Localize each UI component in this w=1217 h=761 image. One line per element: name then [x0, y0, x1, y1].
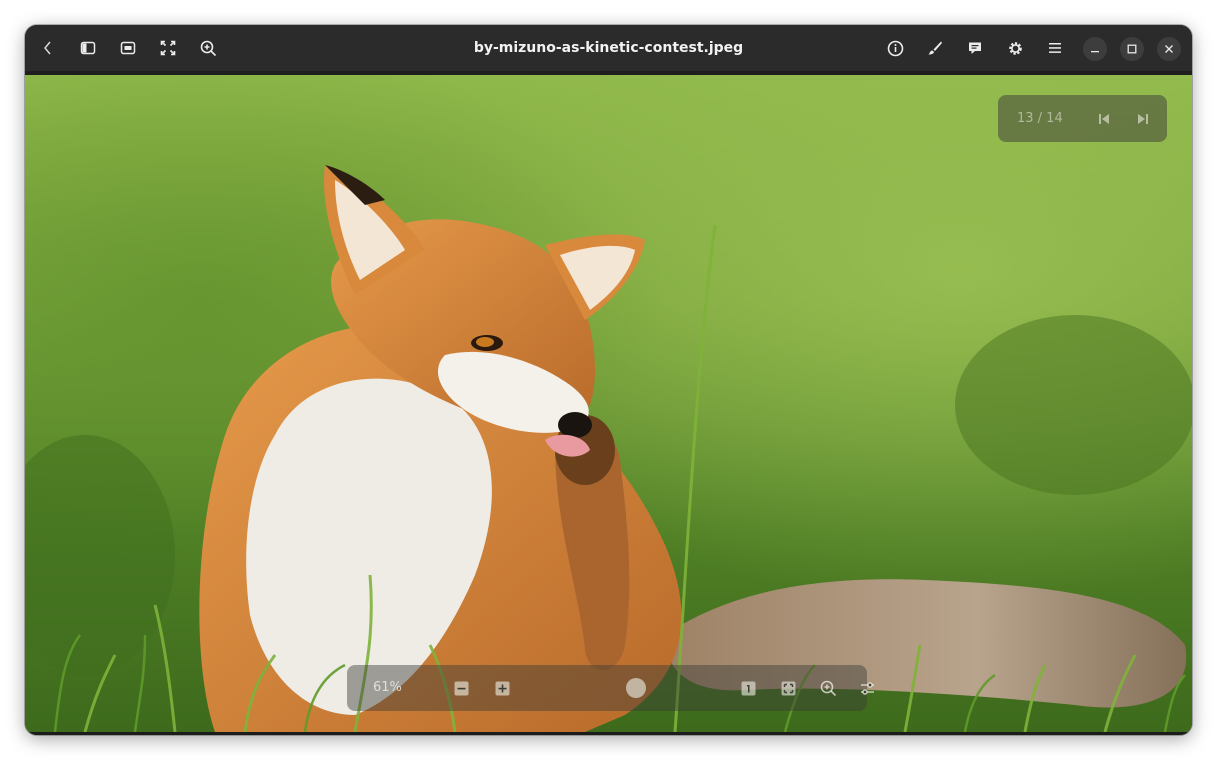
- edit-button[interactable]: [920, 33, 950, 63]
- info-button[interactable]: [880, 33, 910, 63]
- fullscreen-icon: [160, 40, 176, 56]
- fit-window-icon: [120, 41, 136, 55]
- image-canvas[interactable]: 13 / 14 61%: [25, 75, 1192, 732]
- previous-icon: [1099, 114, 1109, 124]
- zoom-in-small-icon: [495, 681, 509, 695]
- comment-icon: [969, 42, 981, 54]
- maximize-button[interactable]: [1120, 37, 1144, 61]
- magnifier-button[interactable]: [818, 678, 838, 698]
- zoom-toolbar: 61%: [347, 665, 874, 711]
- fit-button[interactable]: [778, 678, 798, 698]
- image-viewer-window: by-mizuno-as-kinetic-contest.jpeg 13 / 1…: [25, 25, 1192, 735]
- close-button[interactable]: [1157, 37, 1181, 61]
- magnifier-icon: [820, 680, 836, 696]
- actual-size-icon: [741, 681, 755, 695]
- image-counter: 13 / 14: [1017, 111, 1063, 126]
- settings-button[interactable]: [1000, 33, 1030, 63]
- zoom-in-icon: [200, 40, 216, 56]
- hamburger-menu-icon: [1049, 43, 1061, 53]
- back-button[interactable]: [33, 33, 63, 63]
- adjust-button[interactable]: [857, 678, 877, 698]
- fox-photo: [25, 75, 1192, 732]
- navigation-overlay: 13 / 14: [998, 95, 1167, 142]
- zoom-level-label: 61%: [373, 680, 402, 695]
- minimize-button[interactable]: [1083, 37, 1107, 61]
- back-chevron-icon: [44, 41, 51, 55]
- sidebar-toggle-icon: [80, 41, 96, 55]
- zoom-in-small-button[interactable]: [492, 678, 512, 698]
- zoom-button[interactable]: [193, 33, 223, 63]
- fit-window-button[interactable]: [113, 33, 143, 63]
- minimize-icon: [1091, 51, 1099, 53]
- close-icon: [1165, 45, 1173, 53]
- fit-icon: [781, 681, 795, 695]
- comment-button[interactable]: [960, 33, 990, 63]
- maximize-icon: [1127, 44, 1137, 54]
- settings-gear-icon: [1008, 41, 1022, 55]
- actual-size-button[interactable]: [738, 678, 758, 698]
- edit-brush-icon: [928, 41, 942, 55]
- main-menu-button[interactable]: [1040, 33, 1070, 63]
- next-image-button[interactable]: [1130, 106, 1156, 132]
- previous-image-button[interactable]: [1091, 106, 1117, 132]
- window-bottom-edge: [25, 732, 1192, 735]
- zoom-slider-knob[interactable]: [626, 678, 646, 698]
- adjust-icon: [860, 681, 874, 695]
- next-icon: [1138, 114, 1148, 124]
- info-icon: [887, 40, 903, 56]
- zoom-out-button[interactable]: [451, 678, 471, 698]
- header-bar: by-mizuno-as-kinetic-contest.jpeg: [25, 25, 1192, 75]
- zoom-out-icon: [454, 681, 468, 695]
- fullscreen-button[interactable]: [153, 33, 183, 63]
- sidebar-toggle-button[interactable]: [73, 33, 103, 63]
